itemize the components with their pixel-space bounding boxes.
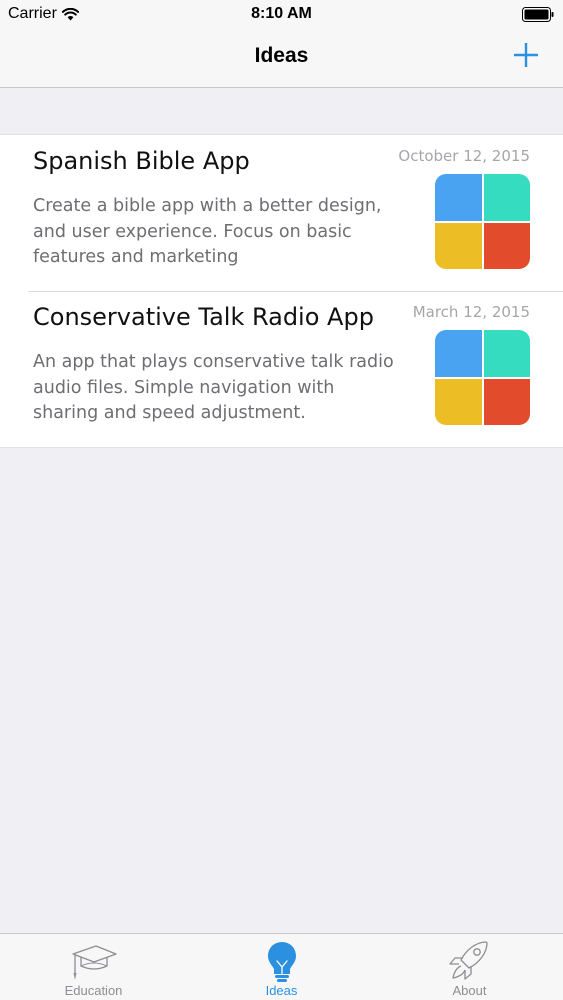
idea-title: Conservative Talk Radio App (33, 303, 374, 331)
thumbnail-tile-red (483, 222, 530, 269)
thumbnail-tile-blue (435, 174, 482, 221)
thumbnail-tile-blue (435, 330, 482, 377)
status-bar: Carrier 8:10 AM (0, 0, 563, 30)
thumbnail-tile-teal (483, 330, 530, 377)
thumbnail-tile-yellow (435, 222, 482, 269)
page-title: Ideas (254, 44, 309, 67)
navigation-bar: Ideas (0, 30, 563, 88)
idea-date: October 12, 2015 (398, 147, 530, 165)
list-item[interactable]: Spanish Bible App October 12, 2015 Creat… (0, 135, 563, 291)
graduation-cap-icon (71, 945, 117, 980)
idea-thumbnail (435, 330, 530, 425)
list-item[interactable]: Conservative Talk Radio App March 12, 20… (0, 291, 563, 447)
idea-description: An app that plays conservative talk radi… (33, 352, 394, 423)
tab-label: Ideas (265, 983, 298, 998)
thumbnail-tile-yellow (435, 378, 482, 425)
lightbulb-icon (267, 942, 296, 982)
idea-list: Spanish Bible App October 12, 2015 Creat… (0, 134, 563, 448)
status-time: 8:10 AM (251, 5, 312, 22)
idea-thumbnail (435, 174, 530, 269)
idea-title: Spanish Bible App (33, 147, 250, 175)
tab-bar: Education Ideas About (0, 933, 563, 1000)
plus-icon[interactable] (513, 42, 539, 68)
tab-ideas[interactable]: Ideas (188, 934, 375, 1000)
battery-icon (522, 7, 554, 22)
thumbnail-tile-teal (483, 174, 530, 221)
tab-label: About (452, 983, 487, 998)
idea-description: Create a bible app with a better design,… (33, 196, 382, 267)
tab-education[interactable]: Education (0, 934, 187, 1000)
rocket-icon (448, 941, 488, 980)
tab-about[interactable]: About (376, 934, 563, 1000)
thumbnail-tile-red (483, 378, 530, 425)
idea-date: March 12, 2015 (412, 303, 530, 321)
tab-label: Education (64, 983, 123, 998)
